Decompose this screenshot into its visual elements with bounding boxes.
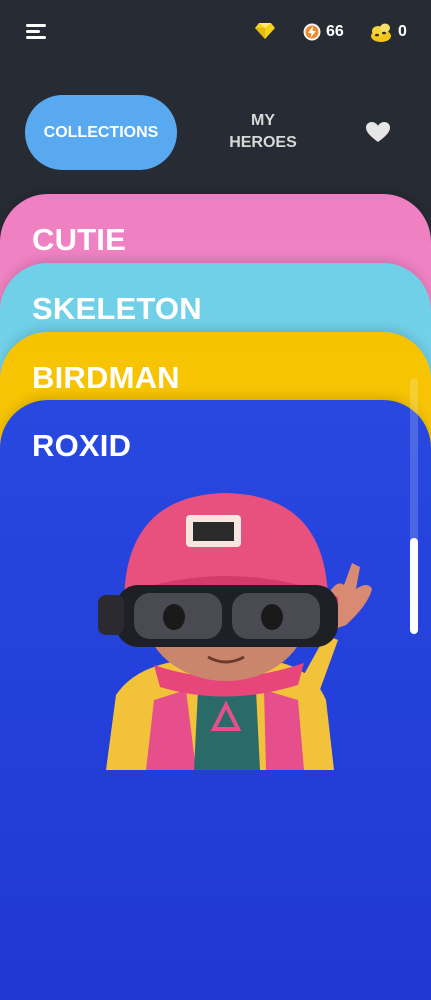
energy-counter[interactable]: 66 xyxy=(303,22,344,42)
energy-bolt-icon xyxy=(303,23,321,41)
collection-title: ROXID xyxy=(32,428,132,463)
collection-title: CUTIE xyxy=(32,222,126,257)
hamburger-menu-icon[interactable] xyxy=(26,24,48,40)
tab-collections[interactable]: COLLECTIONS xyxy=(25,95,177,170)
collection-title: BIRDMAN xyxy=(32,360,180,395)
scrollbar-thumb[interactable] xyxy=(410,538,418,634)
tab-my-heroes-line2: HEROES xyxy=(229,134,297,151)
tab-my-heroes[interactable]: MY HEROES xyxy=(218,110,308,154)
top-bar: 66 0 xyxy=(0,0,431,64)
heart-icon[interactable] xyxy=(365,121,391,143)
energy-value: 66 xyxy=(326,23,344,40)
diamond-icon[interactable] xyxy=(255,22,275,40)
coins-value: 0 xyxy=(398,23,407,40)
tab-bar: COLLECTIONS MY HEROES xyxy=(0,95,431,170)
tab-my-heroes-line1: MY xyxy=(251,112,275,129)
scrollbar[interactable] xyxy=(410,378,418,634)
collection-card-roxid[interactable]: ROXID xyxy=(0,400,431,1000)
coins-counter[interactable]: 0 xyxy=(369,21,407,43)
hero-character-image xyxy=(98,493,372,770)
collection-title: SKELETON xyxy=(32,291,202,326)
coin-pile-icon xyxy=(371,23,391,42)
